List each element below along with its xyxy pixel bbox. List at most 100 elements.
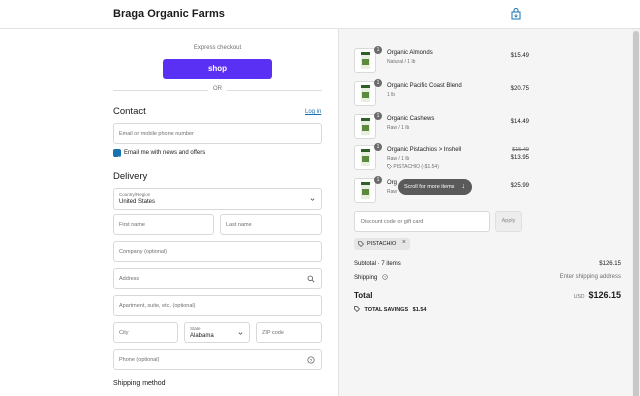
country-label: Country/Region <box>119 192 151 197</box>
shipping-value: Enter shipping address <box>559 274 621 280</box>
svg-text:?: ? <box>310 358 313 363</box>
subtotal-value: $126.15 <box>599 261 621 267</box>
shop-pay-button[interactable]: shop <box>163 59 272 79</box>
total-amount: USD $126.15 <box>574 290 621 300</box>
item-name: Organic Cashews <box>387 116 435 122</box>
zip-field[interactable]: ZIP code <box>256 322 322 343</box>
address-field[interactable]: Address <box>113 268 322 289</box>
item-discount: PISTACHIO (-$1.54) <box>387 164 439 170</box>
login-link[interactable]: Log in <box>305 109 321 115</box>
news-checkbox-label: Email me with news and offers <box>124 150 206 156</box>
item-name: Organic Pistachios > Inshell <box>387 147 462 153</box>
cart-item: 1 Organic Pacific Coast Blend 1 lb $20.7… <box>354 79 529 106</box>
divider-line-right <box>227 90 322 91</box>
email-placeholder: Email or mobile phone number <box>119 131 194 137</box>
applied-code: PISTACHIO <box>367 241 397 247</box>
quantity-badge: 1 <box>374 143 382 151</box>
apply-button[interactable]: Apply <box>495 211 522 232</box>
last-name-field[interactable]: Last name <box>220 214 322 235</box>
or-text: OR <box>213 86 222 92</box>
express-checkout-label: Express checkout <box>193 45 242 51</box>
checkout-form: Express checkout shop OR Contact Log in … <box>0 29 338 396</box>
chevron-down-icon <box>310 198 315 201</box>
item-variant: 1 lb <box>387 92 396 98</box>
state-label: State <box>190 326 201 331</box>
item-price: $13.95 <box>510 155 529 161</box>
or-divider: OR <box>113 86 322 94</box>
city-field[interactable]: City <box>113 322 178 343</box>
total-value: $126.15 <box>588 290 621 300</box>
shopping-bag-icon[interactable] <box>510 8 522 20</box>
product-thumbnail <box>354 114 376 139</box>
shipping-label: Shipping <box>354 275 378 281</box>
company-placeholder: Company (optional) <box>119 249 167 255</box>
city-placeholder: City <box>119 330 129 336</box>
arrow-down-icon: ↓ <box>461 183 466 190</box>
applied-discount-tag: PISTACHIO × <box>354 238 410 250</box>
currency-code: USD <box>573 294 585 300</box>
company-field[interactable]: Company (optional) <box>113 241 322 262</box>
item-name: Org <box>387 180 398 186</box>
contact-title: Contact <box>113 106 146 117</box>
country-value: United States <box>119 199 156 205</box>
phone-field[interactable]: Phone (optional) ? <box>113 349 322 370</box>
item-variant: Raw <box>387 189 398 195</box>
search-icon <box>307 275 315 283</box>
quantity-badge: 1 <box>374 176 382 184</box>
country-select[interactable]: Country/Region United States <box>113 188 322 210</box>
first-name-placeholder: First name <box>119 222 145 228</box>
delivery-title: Delivery <box>113 171 148 182</box>
savings-value: $1.54 <box>412 307 427 313</box>
cart-item: 1 Organic Pistachios > Inshell Raw / 1 l… <box>354 143 529 170</box>
tag-icon <box>354 306 360 312</box>
discount-code-field[interactable]: Discount code or gift card <box>354 211 490 232</box>
item-price: $15.49 <box>510 53 529 59</box>
tag-icon <box>358 241 364 247</box>
state-select[interactable]: State Alabama <box>184 322 250 343</box>
tag-icon <box>387 164 392 169</box>
store-name[interactable]: Braga Organic Farms <box>113 8 225 20</box>
phone-placeholder: Phone (optional) <box>119 357 160 363</box>
last-name-placeholder: Last name <box>226 222 252 228</box>
item-name: Organic Almonds <box>387 50 433 56</box>
first-name-field[interactable]: First name <box>113 214 214 235</box>
chevron-down-icon <box>238 332 243 335</box>
product-thumbnail <box>354 81 376 106</box>
header: Braga Organic Farms <box>0 0 640 29</box>
item-variant: Raw / 1 lb <box>387 125 410 131</box>
item-price: $20.75 <box>510 86 529 92</box>
state-value: Alabama <box>190 333 214 339</box>
quantity-badge: 1 <box>374 46 382 54</box>
order-summary: 1 Organic Almonds Natural / 1 lb $15.49 … <box>338 29 640 396</box>
item-discount-text: PISTACHIO (-$1.54) <box>393 164 439 170</box>
subtotal-label: Subtotal · 7 items <box>354 261 401 267</box>
zip-placeholder: ZIP code <box>262 330 284 336</box>
scroll-for-more-button[interactable]: Scroll for more items ↓ <box>398 179 472 195</box>
item-price: $25.99 <box>510 183 529 189</box>
email-field[interactable]: Email or mobile phone number <box>113 123 322 144</box>
checkmark-icon <box>114 156 120 161</box>
product-thumbnail <box>354 145 376 170</box>
cart-item: 1 Organic Almonds Natural / 1 lb $15.49 <box>354 46 529 73</box>
quantity-badge: 1 <box>374 79 382 87</box>
svg-text:?: ? <box>384 275 386 279</box>
item-old-price: $15.49 <box>512 147 529 153</box>
total-savings: TOTAL SAVINGS $1.54 <box>354 306 426 313</box>
apartment-field[interactable]: Apartment, suite, etc. (optional) <box>113 295 322 316</box>
help-icon[interactable]: ? <box>307 356 315 364</box>
summary-scrollbar[interactable] <box>632 29 640 396</box>
scroll-hint-text: Scroll for more items <box>404 184 455 190</box>
cart-item: 1 Organic Cashews Raw / 1 lb $14.49 <box>354 112 529 139</box>
item-price: $14.49 <box>510 119 529 125</box>
shipping-row: Shipping ? <box>354 274 388 281</box>
scrollbar-thumb[interactable] <box>633 31 639 396</box>
product-thumbnail <box>354 178 376 203</box>
item-variant: Raw / 1 lb <box>387 156 410 162</box>
apartment-placeholder: Apartment, suite, etc. (optional) <box>119 303 196 309</box>
news-checkbox[interactable] <box>113 149 121 161</box>
remove-discount-icon[interactable]: × <box>402 239 406 246</box>
item-variant: Natural / 1 lb <box>387 59 416 65</box>
help-icon[interactable]: ? <box>382 274 388 280</box>
shipping-method-title: Shipping method <box>113 380 166 387</box>
item-name: Organic Pacific Coast Blend <box>387 83 462 89</box>
